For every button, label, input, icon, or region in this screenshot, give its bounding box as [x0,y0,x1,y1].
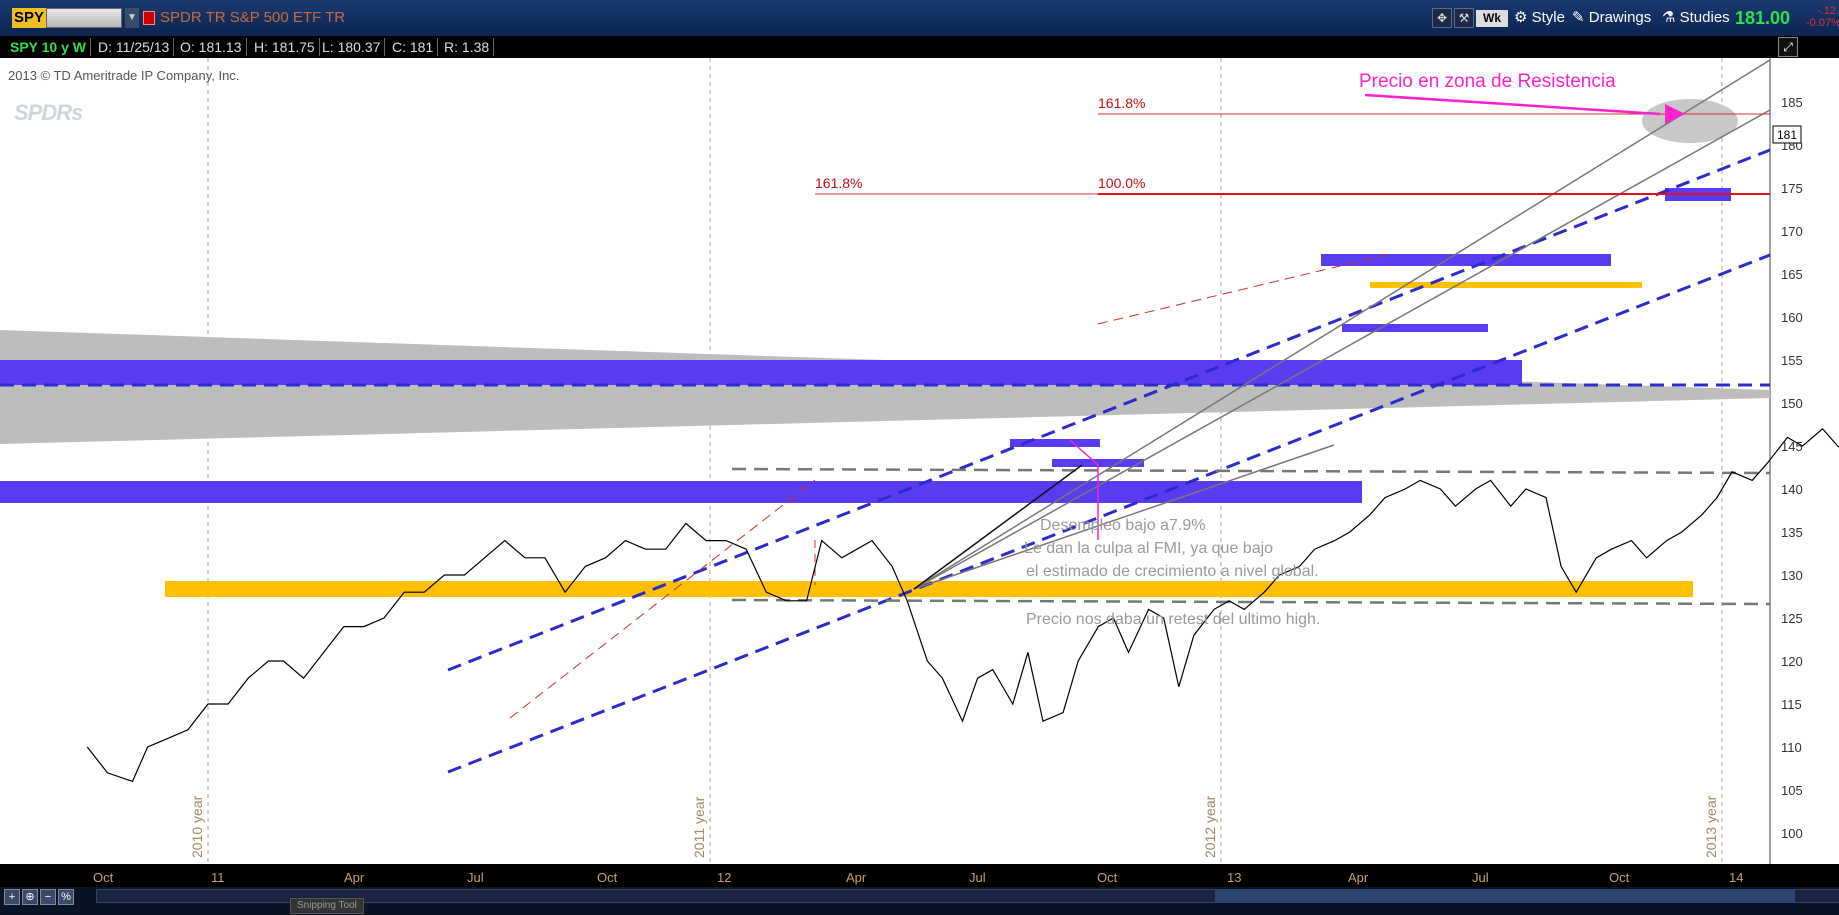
crosshair-zoom-icon[interactable]: ⊕ [22,889,38,905]
fib-100-label: 100.0% [1098,175,1145,191]
title-bar: SPY ▼ SPDR TR S&P 500 ETF TR ✥ ⚒ Wk ⚙ St… [0,0,1839,37]
price-tick-label: 160 [1781,310,1803,325]
price-tick-label: 175 [1781,181,1803,196]
note-line-1: Desempleo bajo a7.9% [1040,517,1205,534]
zoom-in-icon[interactable]: + [4,889,20,905]
drawings-label: Drawings [1588,9,1652,26]
purple-zone-140 [0,481,1362,503]
time-tick-label: Apr [344,870,365,885]
time-tick-label: 12 [717,870,731,885]
resistance-note: Precio en zona de Resistencia [1359,71,1616,92]
purple-zone-150 [0,360,1522,385]
time-tick-label: Oct [93,870,114,885]
last-price: 181.00 [1735,8,1791,28]
price-tick-label: 130 [1781,568,1803,583]
percent-change: -0.07% [1806,17,1839,29]
fib-161-lower-label: 161.8% [815,175,862,191]
purple-zone-159 [1342,324,1488,332]
drawings-button[interactable]: ✎ Drawings [1572,8,1651,28]
symbol-period[interactable]: SPY 10 y W [6,38,92,56]
symbol-label[interactable]: SPY [12,8,46,28]
fib-161-upper-label: 161.8% [1098,95,1145,111]
price-tick-label: 185 [1781,95,1803,110]
percent-icon[interactable]: % [58,889,74,905]
price-tick-label: 135 [1781,525,1803,540]
style-button[interactable]: ⚙ Style [1514,8,1565,28]
current-price-label: 181 [1777,128,1797,142]
scrollbar-thumb[interactable] [1215,889,1795,903]
price-tick-label: 110 [1781,740,1802,755]
snipping-tool-tab[interactable]: Snipping Tool [290,898,364,914]
bar-open: O: 181.13 [176,38,247,56]
crosshair-icon[interactable]: ✥ [1432,8,1452,28]
price-tick-label: 125 [1781,611,1803,626]
bar-range: R: 1.38 [440,38,495,56]
current-price-marker: 181 [1772,125,1802,144]
price-tick-label: 150 [1781,396,1803,411]
note-line-3: el estimado de crecimiento a nivel globa… [1026,563,1319,580]
time-tick-label: Oct [1097,870,1118,885]
price-tick-label: 140 [1781,482,1803,497]
year-marker-label: 2010 year [189,795,205,858]
price-tick-label: 165 [1781,267,1803,282]
note-line-2: Le dan la culpa al FMI, ya que bajo [1024,540,1273,557]
info-bar: SPY 10 y W D: 11/25/13 O: 181.13 H: 181.… [0,36,1839,58]
note-line-4: Precio nos daba un retest del ultimo hig… [1026,611,1320,628]
zoom-out-icon[interactable]: − [40,889,56,905]
style-label: Style [1531,9,1565,26]
zoom-icon[interactable]: ⤢ [1778,37,1798,57]
time-tick-label: Apr [846,870,867,885]
gear-icon: ⚙ [1514,9,1528,26]
year-marker-label: 2011 year [691,796,707,858]
symbol-description: SPDR TR S&P 500 ETF TR [160,9,346,26]
price-chart[interactable]: 100 105 110 115 120 125 130 135 140 145 150 155 160 1… [0,58,1839,900]
time-tick-label: Jul [1472,870,1489,885]
price-tick-label: 145 [1781,439,1803,454]
time-tick-label: 13 [1227,870,1241,885]
time-tick-label: Apr [1348,870,1369,885]
price-tick-label: 170 [1781,224,1803,239]
price-tick-label: 155 [1781,353,1803,368]
year-marker-label: 2012 year [1202,795,1218,858]
bar-close: C: 181 [388,38,439,56]
time-tick-label: 14 [1729,870,1743,885]
bar-date: D: 11/25/13 [94,38,175,56]
year-marker-label: 2013 year [1703,795,1719,858]
price-tick-label: 100 [1781,826,1803,841]
time-tick-label: Jul [467,870,484,885]
pencil-icon: ✎ [1572,9,1585,26]
price-tick-label: 105 [1781,783,1803,798]
plot-area [0,58,1770,864]
studies-button[interactable]: ⚗ Studies [1662,8,1730,28]
wrench-icon[interactable]: ⚒ [1454,8,1474,28]
aggregation-button[interactable]: Wk [1476,10,1508,27]
price-tick-label: 120 [1781,654,1803,669]
studies-label: Studies [1679,9,1730,26]
bar-high: H: 181.75 [250,38,320,56]
time-tick-label: 11 [211,870,225,885]
copyright-text: 2013 © TD Ameritrade IP Company, Inc. [8,68,240,83]
gold-zone-164 [1370,282,1642,288]
chevron-down-icon[interactable]: ▼ [125,8,139,28]
time-tick-label: Oct [1609,870,1630,885]
beaker-icon: ⚗ [1662,9,1676,26]
net-change: -.12 [1817,5,1836,17]
price-tick-label: 115 [1781,697,1802,712]
time-axis [0,864,1839,888]
time-tick-label: Oct [597,870,618,885]
bar-low: L: 180.37 [318,38,386,56]
price-change: -.12 -0.07% [1806,5,1839,29]
alert-flag-icon [143,11,155,25]
symbol-input[interactable] [46,8,122,28]
spdr-logo: SPDRs [14,100,83,125]
time-tick-label: Jul [969,870,986,885]
